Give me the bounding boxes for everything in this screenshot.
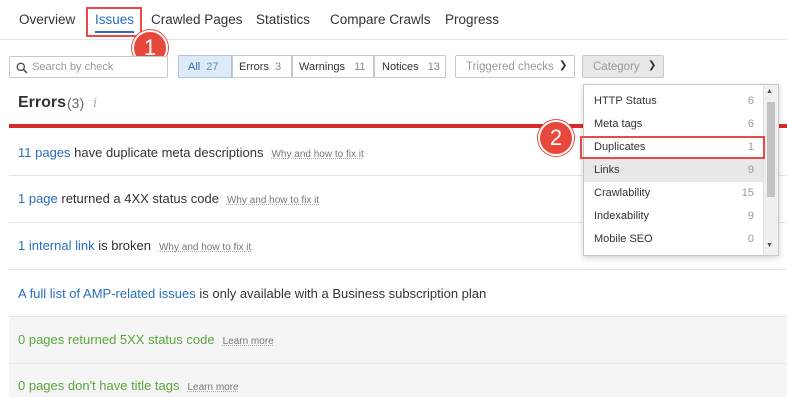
amp-issues-link[interactable]: A full list of AMP-related issues bbox=[18, 286, 196, 301]
passed-check-row: 0 pages don't have title tags Learn more bbox=[9, 364, 787, 397]
category-label: Category bbox=[593, 61, 640, 73]
option-count: 0 bbox=[747, 233, 754, 245]
option-count: 9 bbox=[747, 164, 754, 176]
triggered-checks-dropdown[interactable]: Triggered checks ❯ bbox=[455, 55, 575, 78]
filter-warnings-label: Warnings bbox=[299, 61, 346, 73]
option-label: Mobile SEO bbox=[594, 233, 653, 245]
search-input[interactable] bbox=[32, 59, 162, 75]
issue-text: is broken bbox=[94, 238, 151, 253]
passed-check-text: 0 pages don't have title tags bbox=[18, 378, 180, 393]
tab-overview[interactable]: Overview bbox=[19, 12, 75, 27]
filter-warnings[interactable]: Warnings 11 bbox=[292, 55, 374, 78]
filter-warnings-count: 11 bbox=[354, 61, 366, 73]
passed-check-text: 0 pages returned 5XX status code bbox=[18, 332, 215, 347]
tab-progress[interactable]: Progress bbox=[445, 12, 499, 27]
category-option-links[interactable]: Links 9 bbox=[584, 159, 764, 182]
duplicates-highlight bbox=[580, 136, 765, 159]
issue-link[interactable]: 11 pages bbox=[18, 145, 71, 160]
tab-crawled-pages[interactable]: Crawled Pages bbox=[151, 12, 243, 27]
filter-errors-count: 3 bbox=[274, 61, 282, 73]
learn-more-link[interactable]: Learn more bbox=[187, 382, 238, 393]
category-option-meta-tags[interactable]: Meta tags 6 bbox=[584, 113, 764, 136]
option-count: 15 bbox=[741, 187, 754, 199]
learn-more-link[interactable]: Learn more bbox=[223, 336, 274, 347]
chevron-down-icon: ❯ bbox=[559, 60, 568, 71]
search-box bbox=[9, 56, 168, 78]
info-icon[interactable]: i bbox=[93, 96, 97, 111]
why-fix-link[interactable]: Why and how to fix it bbox=[271, 149, 363, 160]
filter-notices[interactable]: Notices 13 bbox=[374, 55, 446, 78]
category-option-crawlability[interactable]: Crawlability 15 bbox=[584, 182, 764, 205]
tab-compare-crawls[interactable]: Compare Crawls bbox=[330, 12, 431, 27]
step-badge-2: 2 bbox=[538, 120, 574, 156]
filter-all[interactable]: All 27 bbox=[178, 55, 232, 78]
tab-statistics[interactable]: Statistics bbox=[256, 12, 310, 27]
search-icon bbox=[16, 62, 28, 74]
option-label: HTTP Status bbox=[594, 95, 657, 107]
triggered-checks-label: Triggered checks bbox=[466, 61, 554, 73]
option-count: 6 bbox=[747, 118, 754, 130]
issue-text: is only available with a Business subscr… bbox=[195, 286, 487, 301]
menu-scrollbar[interactable]: ▲ ▼ bbox=[763, 85, 778, 255]
category-option-indexability[interactable]: Indexability 9 bbox=[584, 205, 764, 228]
filter-notices-label: Notices bbox=[382, 61, 419, 73]
issue-row: A full list of AMP-related issues is onl… bbox=[9, 270, 787, 317]
issue-link[interactable]: 1 page bbox=[18, 191, 58, 206]
passed-check-row: 0 pages returned 5XX status code Learn mo… bbox=[9, 317, 787, 364]
issue-link[interactable]: 1 internal link bbox=[18, 238, 95, 253]
option-label: Meta tags bbox=[594, 118, 643, 130]
why-fix-link[interactable]: Why and how to fix it bbox=[159, 242, 251, 253]
filter-all-label: All bbox=[188, 61, 201, 73]
scroll-down-icon[interactable]: ▼ bbox=[766, 242, 773, 249]
filter-errors-label: Errors bbox=[239, 61, 269, 73]
category-menu: HTTP Status 6 Meta tags 6 Duplicates 1 Link… bbox=[583, 84, 779, 256]
option-count: 9 bbox=[747, 210, 754, 222]
filter-all-count: 27 bbox=[206, 61, 219, 73]
category-dropdown[interactable]: Category ❯ bbox=[582, 55, 664, 78]
scroll-up-icon[interactable]: ▲ bbox=[766, 88, 773, 95]
filter-notices-count: 13 bbox=[427, 61, 440, 73]
why-fix-link[interactable]: Why and how to fix it bbox=[227, 195, 319, 206]
option-label: Links bbox=[594, 164, 620, 176]
errors-count: (3) bbox=[67, 95, 85, 111]
option-label: Indexability bbox=[594, 210, 650, 222]
scrollbar-thumb[interactable] bbox=[767, 102, 775, 197]
issues-tab-highlight bbox=[86, 7, 142, 37]
filter-errors[interactable]: Errors 3 bbox=[232, 55, 292, 78]
errors-heading: Errors bbox=[18, 94, 67, 111]
chevron-down-icon: ❯ bbox=[648, 60, 657, 71]
category-option-mobile-seo[interactable]: Mobile SEO 0 bbox=[584, 228, 764, 251]
issue-text: returned a 4XX status code bbox=[57, 191, 219, 206]
option-label: Crawlability bbox=[594, 187, 651, 199]
option-count: 6 bbox=[747, 95, 754, 107]
issue-text: have duplicate meta descriptions bbox=[70, 145, 264, 160]
category-option-http-status[interactable]: HTTP Status 6 bbox=[584, 90, 764, 113]
